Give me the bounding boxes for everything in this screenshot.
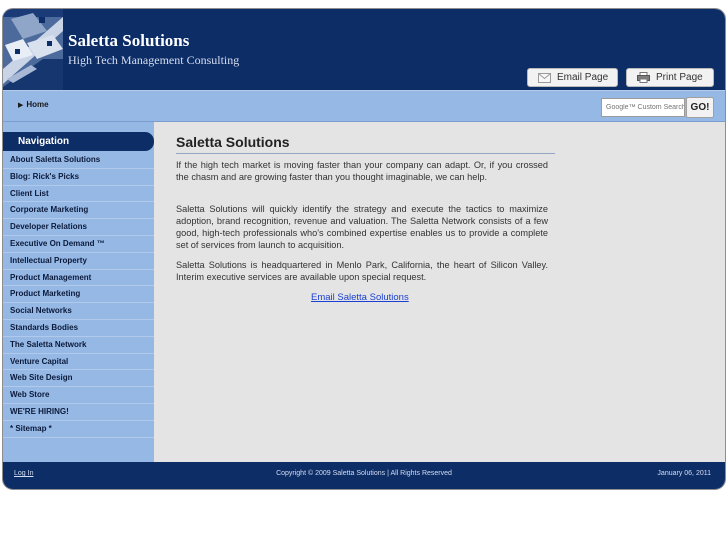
- site-tagline: High Tech Management Consulting: [68, 53, 240, 67]
- envelope-icon: [538, 72, 551, 83]
- print-page-button[interactable]: Print Page: [626, 68, 714, 87]
- search-button[interactable]: GO!: [686, 97, 714, 118]
- sidebar-item-venture-capital[interactable]: Venture Capital: [3, 354, 154, 371]
- breadcrumb[interactable]: ▶ Home: [18, 100, 49, 109]
- logo-image: [3, 9, 63, 90]
- sidebar-item-executive-on-demand[interactable]: Executive On Demand ™: [3, 236, 154, 253]
- content-paragraph: Saletta Solutions is headquartered in Me…: [176, 260, 548, 282]
- sidebar-item-blog[interactable]: Blog: Rick's Picks: [3, 169, 154, 186]
- triangle-right-icon: ▶: [18, 101, 24, 109]
- page-title: Saletta Solutions: [176, 134, 290, 150]
- page-frame: Saletta Solutions High Tech Management C…: [2, 8, 726, 490]
- sidebar-item-corporate-marketing[interactable]: Corporate Marketing: [3, 202, 154, 220]
- login-link[interactable]: Log In: [14, 470, 33, 477]
- sidebar-item-intellectual-property[interactable]: Intellectual Property: [3, 253, 154, 270]
- sidebar-item-client-list[interactable]: Client List: [3, 186, 154, 203]
- sidebar-item-developer-relations[interactable]: Developer Relations: [3, 219, 154, 236]
- email-page-button[interactable]: Email Page: [527, 68, 618, 87]
- sidebar-item-standards-bodies[interactable]: Standards Bodies: [3, 320, 154, 337]
- site-header: Saletta Solutions High Tech Management C…: [3, 9, 725, 90]
- sidebar-item-hiring[interactable]: WE'RE HIRING!: [3, 404, 154, 421]
- site-footer: Copyright © 2009 Saletta Solutions | All…: [3, 462, 725, 489]
- email-page-label: Email Page: [557, 72, 609, 83]
- printer-icon: [637, 72, 650, 83]
- sidebar-item-sitemap[interactable]: * Sitemap *: [3, 421, 154, 438]
- content-paragraph: Saletta Solutions will quickly identify …: [176, 204, 548, 250]
- nav-title: Navigation: [3, 132, 154, 151]
- footer-date: January 06, 2011: [657, 470, 711, 477]
- breadcrumb-home[interactable]: Home: [26, 100, 48, 109]
- main-content: Saletta Solutions If the high tech marke…: [154, 122, 725, 462]
- title-divider: [176, 153, 555, 154]
- site-title: Saletta Solutions: [68, 31, 190, 50]
- email-saletta-link[interactable]: Email Saletta Solutions: [311, 292, 409, 303]
- nav-list: About Saletta Solutions Blog: Rick's Pic…: [3, 152, 154, 438]
- content-paragraph: If the high tech market is moving faster…: [176, 160, 548, 182]
- sidebar: Navigation About Saletta Solutions Blog:…: [3, 122, 154, 462]
- print-page-label: Print Page: [656, 72, 703, 83]
- sidebar-item-product-marketing[interactable]: Product Marketing: [3, 286, 154, 304]
- search-input[interactable]: [601, 98, 685, 117]
- copyright-text: Copyright © 2009 Saletta Solutions | All…: [276, 470, 452, 477]
- sidebar-item-saletta-network[interactable]: The Saletta Network: [3, 337, 154, 354]
- sidebar-item-web-site-design[interactable]: Web Site Design: [3, 370, 154, 388]
- sidebar-item-web-store[interactable]: Web Store: [3, 387, 154, 404]
- breadcrumb-bar: ▶ Home GO!: [3, 90, 725, 122]
- sidebar-item-about[interactable]: About Saletta Solutions: [3, 152, 154, 169]
- sidebar-item-social-networks[interactable]: Social Networks: [3, 303, 154, 320]
- sidebar-item-product-management[interactable]: Product Management: [3, 270, 154, 287]
